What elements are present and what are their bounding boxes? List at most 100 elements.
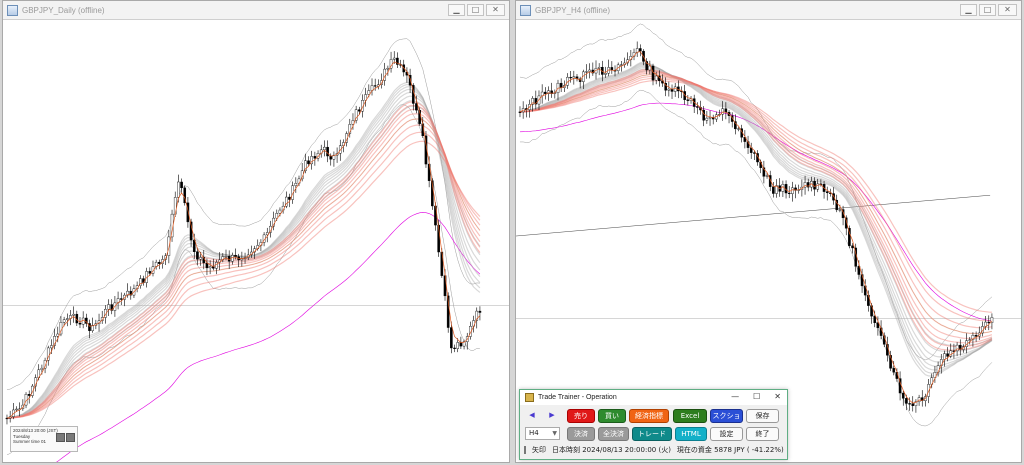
- candle-body: [673, 86, 677, 92]
- arrow-label: 矢印: [532, 446, 546, 454]
- candle-body: [667, 88, 671, 91]
- candle-body: [597, 66, 601, 69]
- arrow-checkbox[interactable]: [524, 446, 526, 454]
- candle-body: [974, 335, 978, 337]
- candle-body: [358, 109, 361, 112]
- excel-button[interactable]: Excel: [673, 409, 707, 423]
- dialog-titlebar[interactable]: Trade Trainer - Operation — ☐ ✕: [520, 390, 787, 405]
- candle-body: [313, 156, 317, 159]
- long-moving-average: [519, 102, 992, 322]
- red-ma-ribbon: [6, 140, 481, 419]
- candle-body: [234, 255, 237, 257]
- html-button[interactable]: HTML: [675, 427, 707, 441]
- minimize-button[interactable]: ▁: [448, 4, 465, 16]
- medium-moving-average: [6, 118, 481, 419]
- candle-body: [24, 394, 28, 406]
- screenshot-button[interactable]: スクショ: [710, 409, 743, 423]
- chart-window-icon: [7, 4, 18, 16]
- desktop: GBPJPY_Daily (offline) ▁ □ ✕ 2024/8/13 2…: [0, 0, 1024, 465]
- candle-body: [78, 322, 82, 325]
- minimize-button[interactable]: ▁: [960, 4, 977, 16]
- dialog-maximize-button[interactable]: ☐: [753, 392, 760, 401]
- candle-body: [148, 271, 152, 274]
- candle-body: [62, 319, 66, 323]
- candle-body: [620, 64, 623, 66]
- quit-button[interactable]: 終了: [746, 427, 779, 441]
- economic-indicators-button[interactable]: 経済指標: [629, 409, 669, 423]
- maximize-button[interactable]: □: [979, 4, 996, 16]
- red-ma-ribbon: [6, 118, 481, 419]
- candle-body: [158, 261, 161, 264]
- daily-chart-plot[interactable]: [3, 20, 509, 462]
- settle-button[interactable]: 決済: [567, 427, 595, 441]
- trade-button[interactable]: トレード: [632, 427, 672, 441]
- candle-body: [604, 73, 607, 75]
- maximize-button[interactable]: □: [467, 4, 484, 16]
- gray-ma-ribbon: [519, 63, 993, 371]
- candle-body: [816, 183, 820, 190]
- candle-body: [892, 368, 896, 373]
- candle-body: [224, 256, 228, 258]
- candle-body: [905, 398, 908, 404]
- close-button[interactable]: ✕: [998, 4, 1017, 16]
- settings-button[interactable]: 設定: [710, 427, 743, 441]
- daily-chart-titlebar[interactable]: GBPJPY_Daily (offline) ▁ □ ✕: [3, 1, 509, 20]
- candle-body: [765, 175, 769, 177]
- sell-button[interactable]: 売り: [567, 409, 595, 423]
- bollinger-lower-band: [519, 89, 993, 427]
- mini-panel-button[interactable]: [66, 433, 75, 442]
- candle-body: [569, 76, 572, 79]
- red-ma-ribbon: [519, 68, 993, 351]
- candle-body: [386, 67, 390, 70]
- buy-button[interactable]: 買い: [598, 409, 626, 423]
- trend-line: [516, 194, 991, 237]
- candle-body: [199, 257, 202, 260]
- mini-panel-button[interactable]: [56, 433, 65, 442]
- h4-chart-title: GBPJPY_H4 (offline): [535, 5, 610, 15]
- long-moving-average: [56, 212, 481, 462]
- trade-trainer-dialog[interactable]: Trade Trainer - Operation — ☐ ✕ ◀ ▶ 売り 買…: [519, 389, 788, 460]
- settle-all-button[interactable]: 全決済: [598, 427, 629, 441]
- candle-body: [208, 266, 212, 269]
- candle-body: [825, 191, 829, 194]
- candle-body: [326, 146, 329, 157]
- candle-body: [737, 128, 740, 130]
- candle-body: [838, 209, 842, 211]
- candle-body: [180, 181, 183, 189]
- candle-body: [908, 403, 911, 405]
- candle-body: [721, 108, 724, 115]
- candle-body: [813, 181, 816, 190]
- gray-ma-ribbon: [6, 81, 481, 419]
- current-funds-text: 現在の資金 5878 JPY ( -41.22%): [676, 446, 784, 454]
- candle-body: [456, 342, 460, 349]
- candle-body: [987, 321, 991, 324]
- dialog-status-bar: 矢印 日本時刻 2024/08/13 20:00:00 (火) 現在の資金 58…: [524, 445, 784, 455]
- candle-body: [585, 71, 588, 73]
- timeframe-select[interactable]: H4 ▼: [525, 427, 560, 440]
- gray-ma-ribbon: [6, 83, 481, 419]
- candle-body: [50, 345, 53, 349]
- candle-body: [450, 327, 453, 349]
- candle-body: [15, 408, 18, 411]
- trade-trainer-icon: [525, 393, 534, 402]
- candle-body: [40, 367, 44, 371]
- next-bar-button[interactable]: ▶: [545, 409, 559, 421]
- candle-body: [588, 69, 591, 72]
- candle-body: [478, 310, 482, 313]
- candle-body: [278, 209, 282, 214]
- candle-body: [851, 245, 854, 249]
- candle-body: [901, 392, 905, 399]
- dialog-close-button[interactable]: ✕: [774, 392, 781, 401]
- bollinger-upper-band: [6, 38, 480, 390]
- h4-chart-titlebar[interactable]: GBPJPY_H4 (offline) ▁ □ ✕: [516, 1, 1021, 20]
- candle-body: [702, 109, 705, 121]
- daily-chart-window[interactable]: GBPJPY_Daily (offline) ▁ □ ✕ 2024/8/13 2…: [2, 0, 510, 463]
- prev-bar-button[interactable]: ◀: [525, 409, 539, 421]
- close-button[interactable]: ✕: [486, 4, 505, 16]
- candle-body: [544, 91, 547, 94]
- save-button[interactable]: 保存: [746, 409, 779, 423]
- bollinger-upper-band: [519, 23, 993, 361]
- dialog-minimize-button[interactable]: —: [731, 392, 739, 401]
- chart-window-icon: [520, 4, 531, 16]
- candle-body: [392, 57, 396, 60]
